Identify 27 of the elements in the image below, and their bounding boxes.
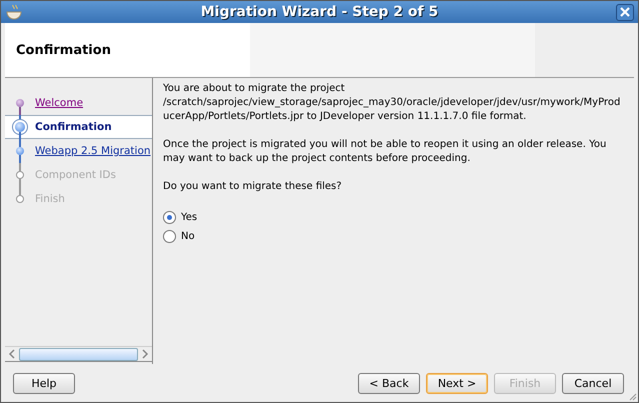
wizard-button[interactable]: Next > bbox=[426, 372, 488, 394]
horizontal-scrollbar[interactable] bbox=[5, 346, 152, 362]
step-row[interactable]: Webapp 2.5 Migration bbox=[5, 139, 152, 163]
message-text: You are about to migrate the project /scratch/saprojec/view_storage/saprojec_may30/oracle/jdeveloper/jdev/usr/mywork/MyProducerApp/Portlets/Portlets.jpr to JDeveloper version 11.1.1.7.0 file format. bbox=[163, 82, 622, 124]
wizard-button[interactable]: Cancel bbox=[562, 372, 624, 394]
wizard-button[interactable]: Help bbox=[13, 372, 75, 394]
scroll-left-icon[interactable] bbox=[8, 349, 16, 359]
step-marker-icon bbox=[16, 147, 24, 155]
window-title: Migration Wizard - Step 2 of 5 bbox=[200, 4, 440, 20]
step-marker-icon bbox=[16, 171, 24, 179]
wizard-button[interactable]: < Back bbox=[358, 372, 420, 394]
step-marker-icon bbox=[16, 195, 24, 203]
message-text: Once the project is migrated you will not be able to reopen it using an older release. You may want to back up the project contents before proceeding. bbox=[163, 138, 608, 166]
page-heading: Confirmation bbox=[16, 42, 111, 58]
step-marker-icon bbox=[15, 122, 25, 132]
close-button[interactable] bbox=[616, 4, 634, 20]
step-row[interactable]: Confirmation bbox=[5, 115, 152, 139]
scrollbar-thumb[interactable] bbox=[19, 348, 138, 360]
radio-option[interactable]: No bbox=[163, 227, 195, 246]
scroll-right-icon[interactable] bbox=[141, 349, 149, 359]
step-row[interactable]: Welcome bbox=[5, 91, 152, 115]
message-text: Do you want to migrate these files? bbox=[163, 180, 343, 194]
step-marker-icon bbox=[16, 99, 24, 107]
resize-grip-icon[interactable] bbox=[629, 393, 637, 401]
coffee-cup-icon bbox=[5, 4, 23, 20]
radio-option[interactable]: Yes bbox=[163, 208, 198, 227]
close-icon bbox=[620, 7, 630, 17]
